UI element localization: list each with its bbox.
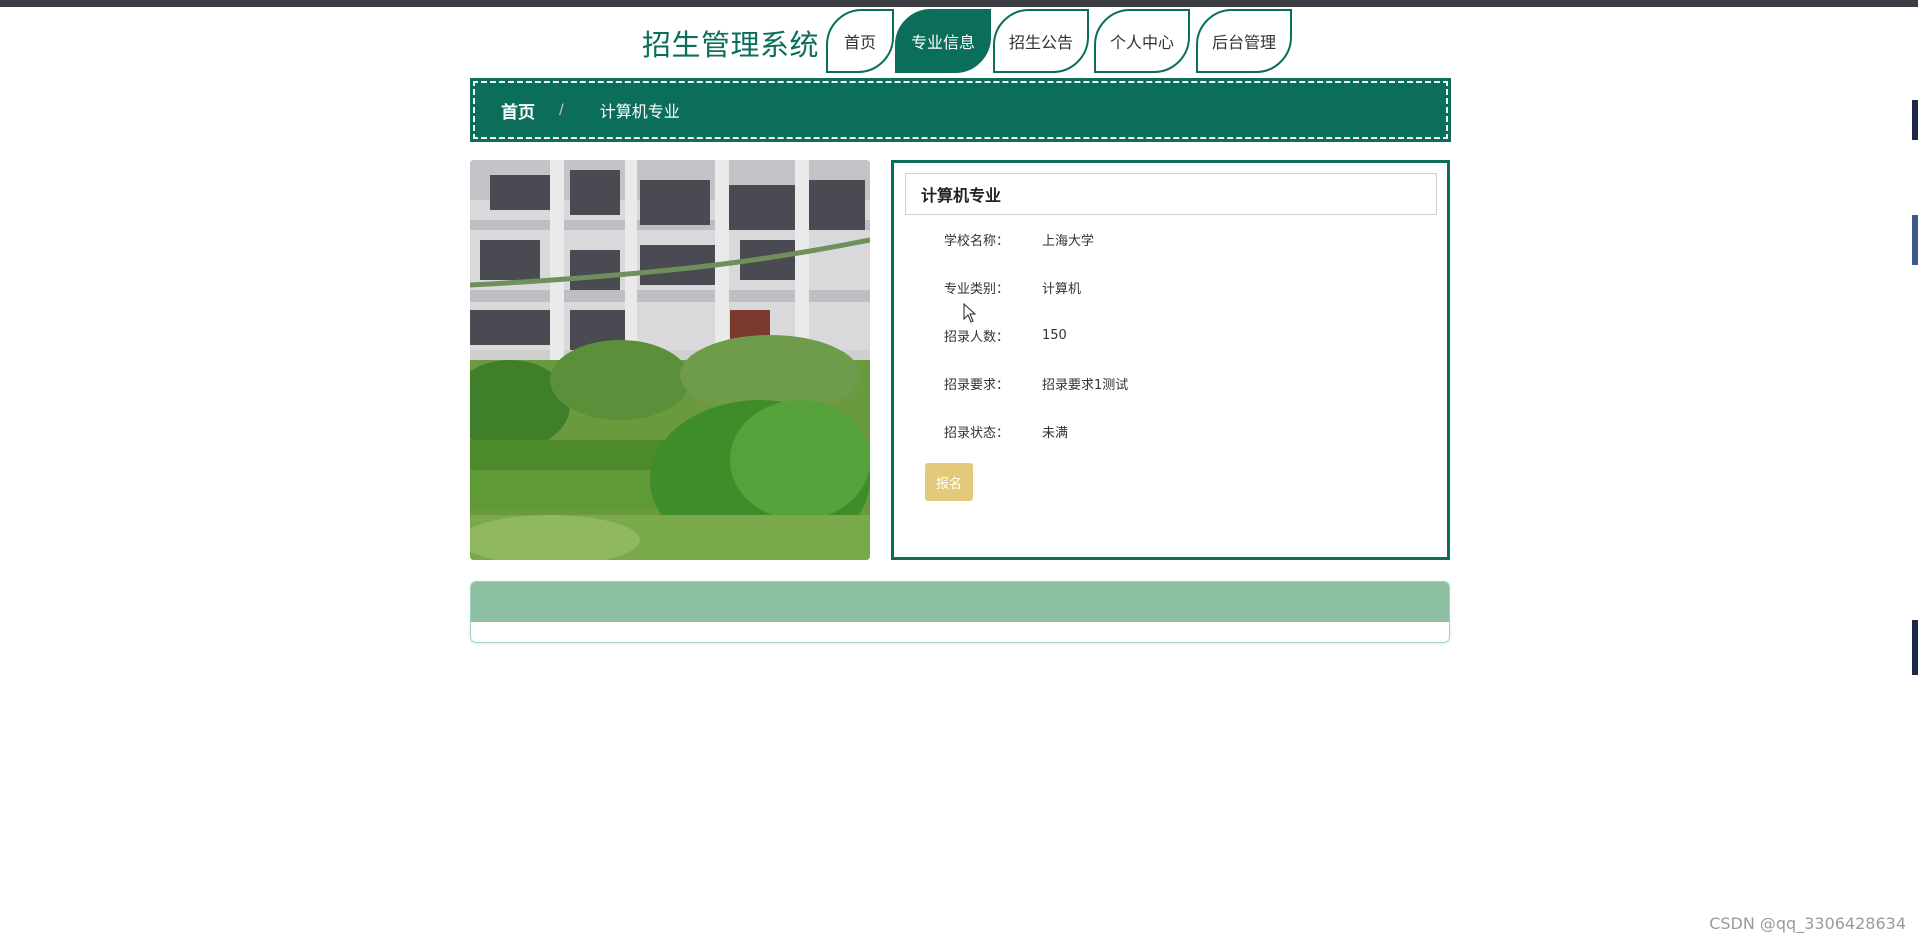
- major-title: 计算机专业: [905, 173, 1437, 215]
- right-edge-strip: [1912, 620, 1918, 675]
- field-value: 150: [1042, 327, 1067, 343]
- field-label: 专业类别：: [944, 281, 1010, 297]
- field-school-name: 学校名称： 上海大学: [944, 229, 1094, 249]
- field-major-category: 专业类别： 计算机: [944, 277, 1081, 297]
- field-label: 招录要求：: [944, 377, 1010, 393]
- field-label: 学校名称：: [944, 233, 1010, 249]
- right-edge-strip: [1912, 215, 1918, 265]
- right-edge-strip: [1912, 100, 1918, 140]
- field-enrollment-requirement: 招录要求： 招录要求1测试: [944, 373, 1128, 393]
- comments-panel: [470, 581, 1450, 643]
- field-value: 计算机: [1042, 281, 1082, 297]
- field-enrollment-count: 招录人数： 150: [944, 325, 1067, 345]
- watermark-text: CSDN @qq_3306428634: [1709, 914, 1906, 933]
- breadcrumb-home-link[interactable]: 首页: [501, 98, 535, 123]
- nav-item-admin[interactable]: 后台管理: [1196, 9, 1292, 73]
- field-value: 上海大学: [1042, 233, 1095, 249]
- field-label: 招录人数：: [944, 329, 1010, 345]
- mouse-cursor-icon: [963, 303, 977, 323]
- nav-item-home[interactable]: 首页: [826, 9, 894, 73]
- major-detail-card: 计算机专业 学校名称： 上海大学 专业类别： 计算机 招录人数： 150 招录要…: [891, 160, 1450, 560]
- field-enrollment-status: 招录状态： 未满: [944, 421, 1068, 441]
- breadcrumb-separator: /: [559, 102, 564, 118]
- breadcrumb: 首页 / 计算机专业: [470, 78, 1451, 142]
- comments-panel-header: [471, 582, 1449, 622]
- breadcrumb-current: 计算机专业: [599, 102, 680, 121]
- field-value: 未满: [1042, 425, 1069, 441]
- nav-item-announcements[interactable]: 招生公告: [993, 9, 1089, 73]
- signup-button[interactable]: 报名: [925, 463, 973, 501]
- nav-item-major-info[interactable]: 专业信息: [895, 9, 991, 73]
- site-title: 招生管理系统: [642, 28, 820, 62]
- browser-top-bar: [0, 0, 1918, 7]
- nav-item-personal-center[interactable]: 个人中心: [1094, 9, 1190, 73]
- field-value: 招录要求1测试: [1042, 377, 1129, 393]
- field-label: 招录状态：: [944, 425, 1010, 441]
- campus-photo: [470, 160, 870, 560]
